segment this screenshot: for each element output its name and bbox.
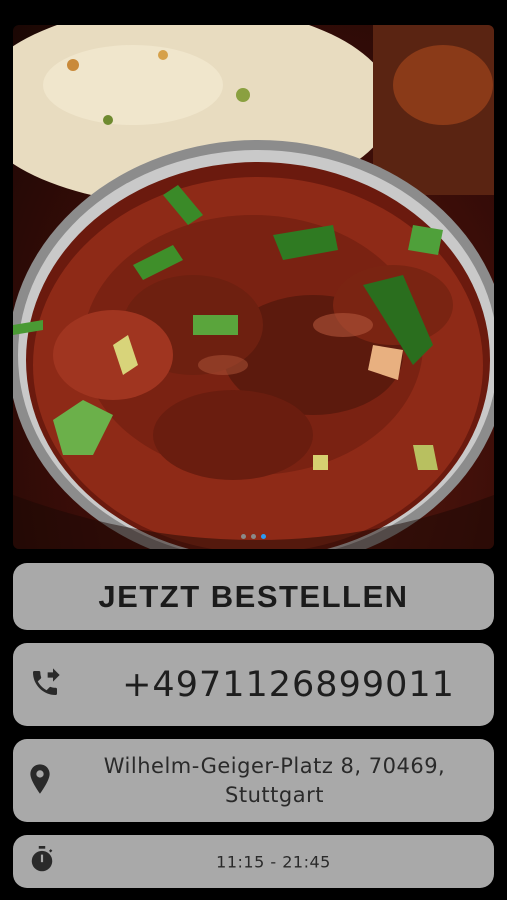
carousel-dot[interactable]	[241, 534, 246, 539]
opening-hours-text: 11:15 - 21:45	[216, 852, 331, 871]
address-card[interactable]: Wilhelm-Geiger-Platz 8, 70469, Stuttgart	[13, 739, 494, 822]
phone-forwarded-icon	[29, 667, 61, 703]
hero-image-carousel[interactable]	[13, 25, 494, 549]
address-line-1: Wilhelm-Geiger-Platz 8, 70469,	[103, 753, 446, 778]
location-pin-icon	[29, 763, 51, 798]
address-line-2: Stuttgart	[225, 782, 324, 807]
opening-hours-card[interactable]: 11:15 - 21:45	[13, 835, 494, 888]
phone-number[interactable]: +4971126899011	[103, 665, 474, 705]
order-now-button[interactable]: JETZT BESTELLEN	[13, 563, 494, 630]
food-photo	[13, 25, 494, 549]
address-text: Wilhelm-Geiger-Platz 8, 70469, Stuttgart	[75, 752, 474, 810]
carousel-dot-active[interactable]	[261, 534, 266, 539]
carousel-indicator[interactable]	[13, 534, 494, 539]
stopwatch-icon	[29, 845, 55, 878]
phone-card[interactable]: +4971126899011	[13, 643, 494, 726]
carousel-dot[interactable]	[251, 534, 256, 539]
